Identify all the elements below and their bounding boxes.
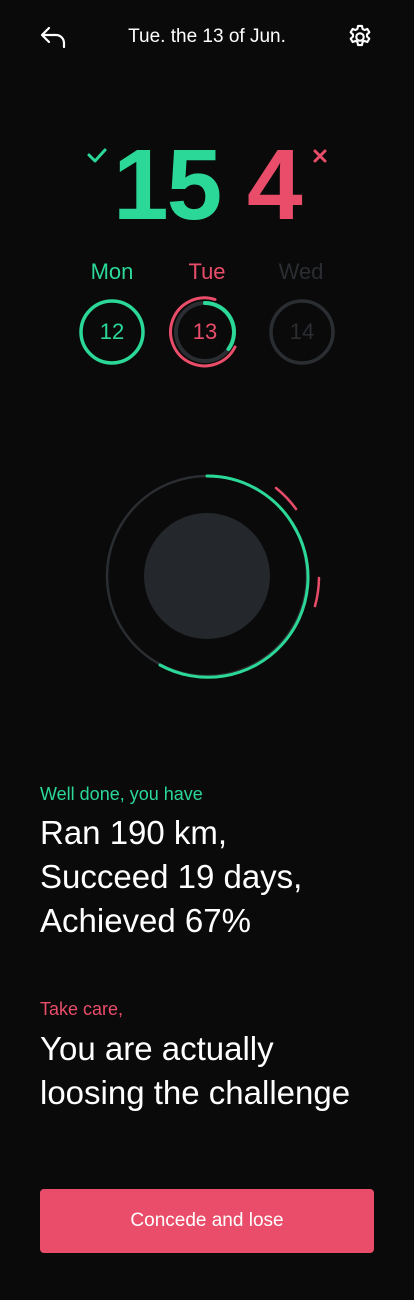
warning-message: You are actually loosing the challenge (40, 1027, 350, 1115)
day-number: 13 (192, 319, 218, 344)
gear-icon (349, 24, 371, 47)
stat-line-distance: Ran 190 km, (40, 814, 228, 851)
day-ring-tue[interactable]: 13 (163, 289, 247, 373)
day-label-tue: Tue (188, 259, 226, 284)
day-ring-wed[interactable]: 14 (268, 289, 336, 367)
settings-button[interactable] (344, 21, 376, 53)
stat-line-days: Succeed 19 days, (40, 858, 303, 895)
warning-line: You are actually (40, 1030, 274, 1067)
success-message-label: Well done, you have (40, 784, 203, 804)
dial-danger-arc (313, 576, 321, 608)
day-ring-mon[interactable]: 12 (78, 289, 146, 367)
stat-line-achieved: Achieved 67% (40, 902, 251, 939)
warning-message-label: Take care, (40, 999, 124, 1019)
day-label-mon: Mon (90, 259, 134, 284)
day-number: 14 (289, 319, 315, 344)
fail-count: 4 (247, 129, 303, 241)
success-count: 15 (113, 129, 222, 241)
day-number: 12 (99, 319, 125, 344)
concede-button-label: Concede and lose (130, 1210, 284, 1231)
warning-line: loosing the challenge (40, 1074, 351, 1111)
day-label-wed: Wed (278, 259, 324, 284)
concede-button[interactable]: Concede and lose (40, 1189, 374, 1253)
challenge-progress-dial[interactable] (95, 464, 335, 688)
success-message: Ran 190 km, Succeed 19 days, Achieved 67… (40, 811, 302, 943)
check-icon (87, 148, 107, 163)
close-icon (313, 149, 327, 163)
dial-center-disc (144, 513, 270, 639)
